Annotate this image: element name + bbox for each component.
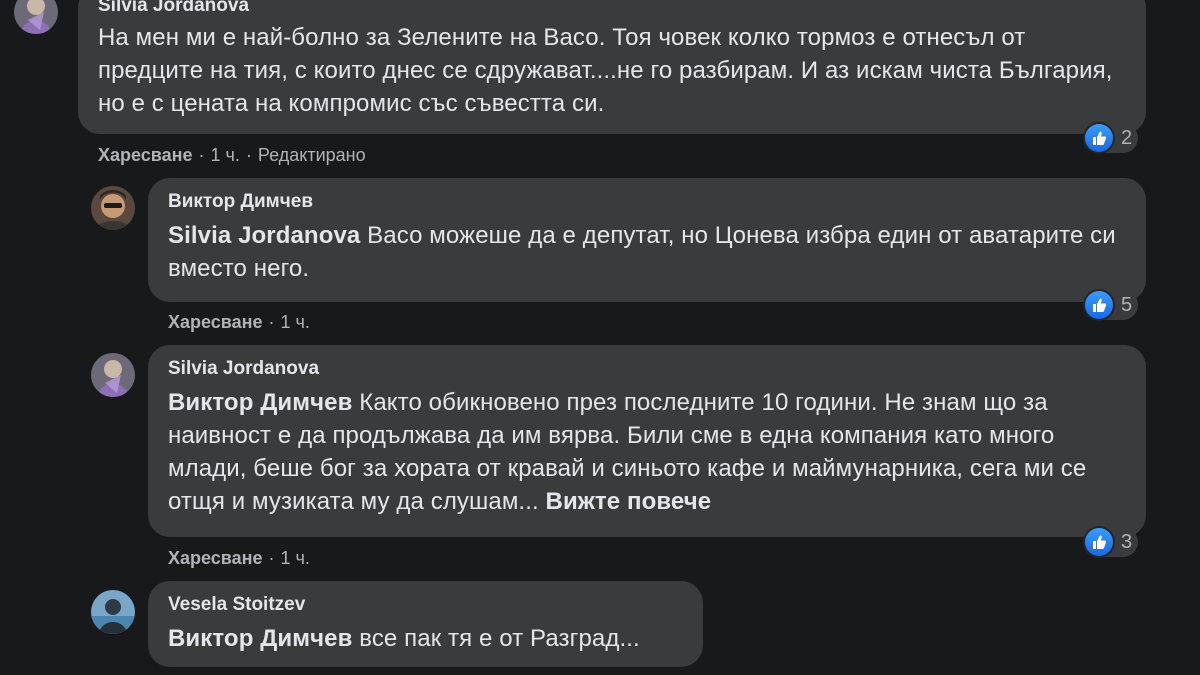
reaction-number: 2 — [1121, 126, 1133, 149]
comment-actions: Харесване · 1 ч. · Редактирано — [98, 145, 366, 165]
reaction-number: 5 — [1121, 293, 1133, 316]
mention-link[interactable]: Виктор Димчев — [168, 625, 352, 652]
comment-text: На мен ми е най-болно за Зелените на Вас… — [98, 24, 1113, 117]
edited-label[interactable]: Редактирано — [258, 145, 366, 165]
comment-actions: Харесване · 1 ч. — [168, 548, 310, 568]
avatar-silvia[interactable] — [91, 353, 135, 397]
comment-text: Виктор Димчев Както обикновено през посл… — [168, 386, 1126, 518]
mention-link[interactable]: Виктор Димчев — [168, 389, 352, 416]
comment-bubble: Vesela Stoitzev Виктор Димчев все пак тя… — [148, 581, 703, 667]
timestamp[interactable]: 1 ч. — [281, 548, 310, 568]
reaction-count[interactable]: 3 — [1083, 527, 1139, 557]
thumbs-up-icon — [1085, 528, 1113, 556]
avatar-vesela[interactable] — [91, 590, 135, 634]
comment-author[interactable]: Виктор Димчев — [168, 190, 1126, 214]
comment-body: все пак тя е от Разград... — [359, 625, 640, 652]
like-button[interactable]: Харесване — [168, 548, 263, 568]
avatar-viktor[interactable] — [91, 186, 135, 230]
thumbs-up-icon — [1085, 291, 1113, 319]
like-button[interactable]: Харесване — [98, 145, 193, 165]
comment-text: Silvia Jordanova Васо можеше да е депута… — [168, 219, 1126, 285]
comment-author[interactable]: Silvia Jordanova — [168, 357, 1126, 381]
comment-text: Виктор Димчев все пак тя е от Разград... — [168, 622, 683, 655]
see-more-link[interactable]: Вижте повече — [546, 488, 712, 515]
timestamp[interactable]: 1 ч. — [281, 312, 310, 332]
reaction-count[interactable]: 2 — [1083, 123, 1139, 153]
mention-link[interactable]: Silvia Jordanova — [168, 222, 360, 249]
comment-author[interactable]: Vesela Stoitzev — [168, 593, 683, 617]
reaction-number: 3 — [1121, 530, 1133, 553]
reaction-count[interactable]: 5 — [1083, 290, 1139, 320]
comment-bubble: Виктор Димчев Silvia Jordanova Васо може… — [148, 178, 1146, 302]
avatar-silvia[interactable] — [14, 0, 58, 34]
comment-author[interactable]: Silvia Jordanova — [98, 0, 1126, 18]
comment-bubble: Silvia Jordanova Виктор Димчев Както оби… — [148, 345, 1146, 537]
comment-bubble: Silvia Jordanova На мен ми е най-болно з… — [78, 0, 1146, 134]
thumbs-up-icon — [1085, 124, 1113, 152]
timestamp[interactable]: 1 ч. — [211, 145, 240, 165]
comment-actions: Харесване · 1 ч. — [168, 312, 310, 332]
like-button[interactable]: Харесване — [168, 312, 263, 332]
